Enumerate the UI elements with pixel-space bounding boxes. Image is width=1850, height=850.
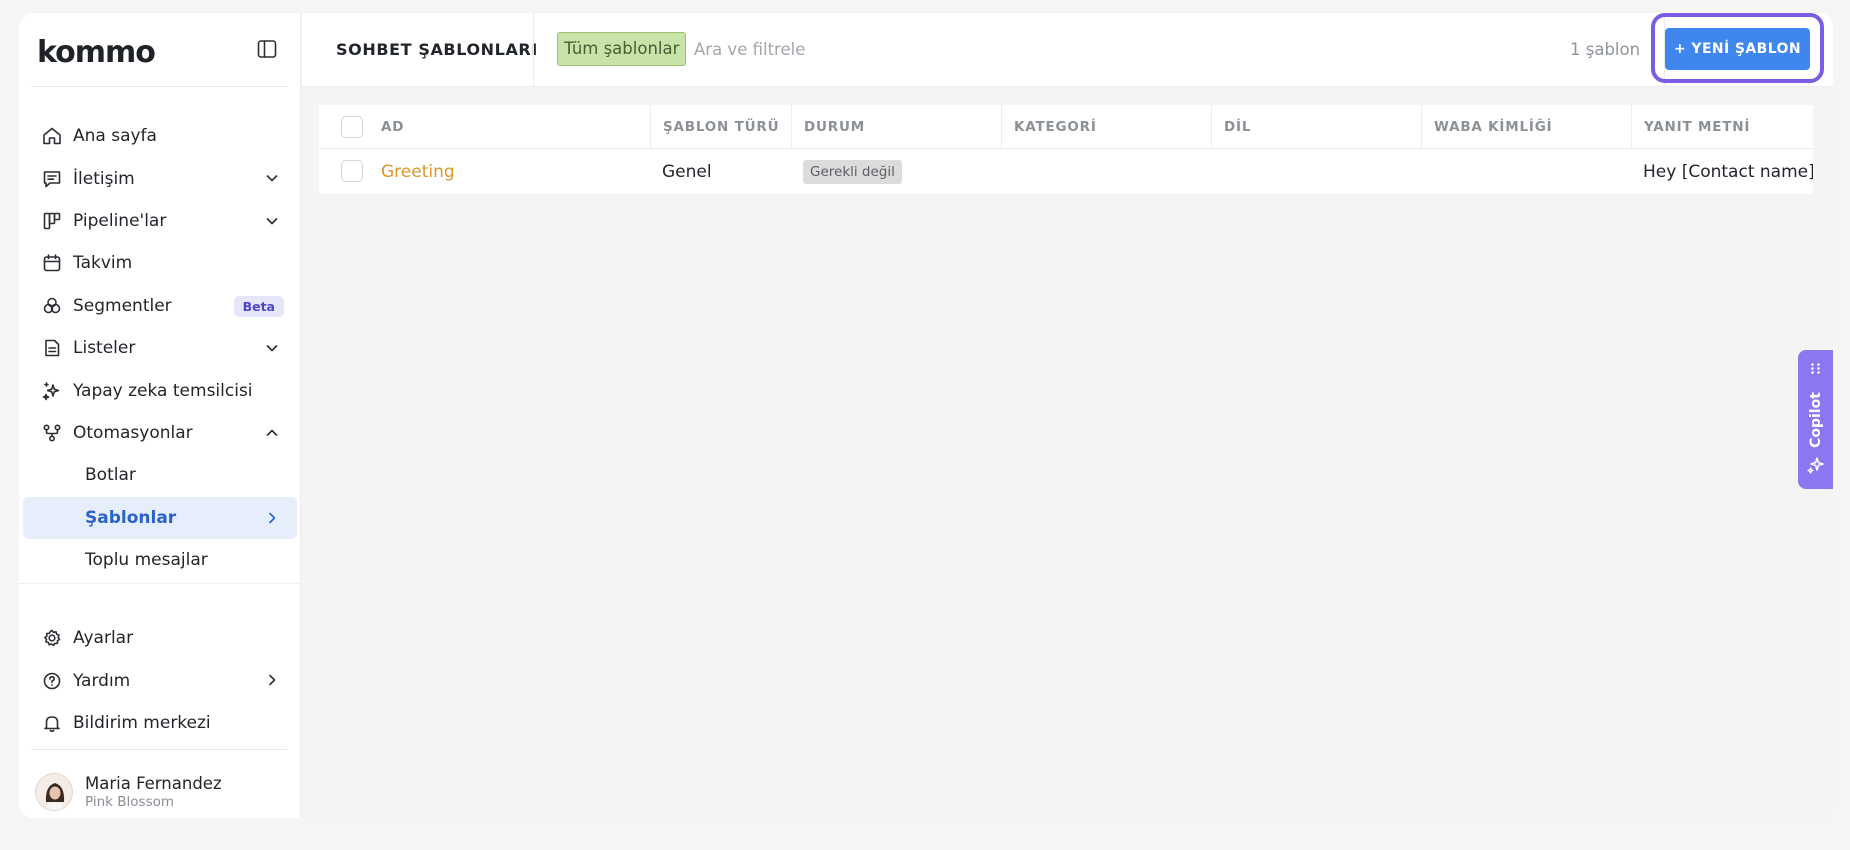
search-input[interactable] bbox=[694, 33, 1254, 65]
template-count: 1 şablon bbox=[1570, 40, 1641, 59]
sidebar-item-bots[interactable]: Botlar bbox=[19, 454, 301, 496]
sidebar-item-label: Yapay zeka temsilcisi bbox=[73, 380, 253, 401]
user-profile[interactable]: Maria Fernandez Pink Blossom bbox=[19, 766, 301, 818]
bell-icon bbox=[41, 712, 63, 734]
cell-waba-id bbox=[1421, 149, 1631, 194]
filter-chip-all-templates[interactable]: Tüm şablonlar bbox=[557, 32, 687, 66]
sidebar-item-bulk-messages[interactable]: Toplu mesajlar bbox=[19, 539, 301, 581]
automation-icon bbox=[41, 422, 63, 444]
profile-name: Maria Fernandez bbox=[85, 773, 222, 793]
page-title: SOHBET ŞABLONLARI bbox=[336, 40, 538, 59]
copilot-label: Copilot bbox=[1807, 391, 1824, 448]
column-header-name[interactable]: AD bbox=[369, 105, 586, 149]
app-window: kommo Ana sayfa İletişim Pipeline'lar Ta… bbox=[19, 13, 1833, 818]
cell-reply-text: Hey [Contact name]! Th bbox=[1643, 161, 1813, 182]
cell-type: Genel bbox=[662, 161, 712, 182]
sidebar-item-label: Botlar bbox=[85, 465, 136, 486]
sidebar-item-templates[interactable]: Şablonlar bbox=[23, 496, 297, 539]
calendar-icon bbox=[41, 252, 63, 274]
new-template-highlight: + YENİ ŞABLON bbox=[1651, 13, 1824, 83]
chevron-up-icon[interactable] bbox=[263, 424, 281, 442]
sidebar-item-label: Segmentler bbox=[73, 295, 172, 316]
sidebar-item-label: Toplu mesajlar bbox=[85, 550, 208, 571]
sidebar-divider bbox=[31, 749, 287, 750]
sidebar-divider bbox=[19, 583, 301, 584]
chevron-down-icon[interactable] bbox=[263, 212, 281, 230]
status-badge: Gerekli değil bbox=[803, 159, 902, 184]
home-icon bbox=[41, 125, 63, 147]
column-header-type[interactable]: ŞABLON TÜRÜ bbox=[650, 105, 792, 149]
header-divider bbox=[533, 13, 534, 87]
sidebar-item-label: Bildirim merkezi bbox=[73, 712, 211, 733]
segments-icon bbox=[41, 295, 63, 317]
chat-icon bbox=[41, 168, 63, 190]
sidebar-item-help[interactable]: Yardım bbox=[19, 659, 301, 701]
profile-text: Maria Fernandez Pink Blossom bbox=[85, 774, 222, 811]
profile-org: Pink Blossom bbox=[85, 793, 175, 810]
sidebar-item-automations[interactable]: Otomasyonlar bbox=[19, 412, 301, 454]
cell-name: Greeting bbox=[369, 149, 649, 194]
table-header: AD ŞABLON TÜRÜ DURUM KATEGORİ DİL WABA K… bbox=[319, 105, 1813, 149]
sidebar-item-pipelines[interactable]: Pipeline'lar bbox=[19, 200, 301, 242]
page-header: SOHBET ŞABLONLARI Tüm şablonlar 1 şablon bbox=[302, 13, 1833, 87]
cell-status: Gerekli değil bbox=[791, 149, 1001, 194]
column-header-reply-text[interactable]: YANIT METNİ bbox=[1631, 105, 1813, 149]
help-icon bbox=[41, 670, 63, 692]
cell-language bbox=[1211, 149, 1421, 194]
sparkle-icon bbox=[41, 380, 63, 402]
column-header-waba-id[interactable]: WABA KİMLİĞİ bbox=[1421, 105, 1631, 149]
sidebar-item-label: Ana sayfa bbox=[73, 126, 157, 147]
sidebar-divider bbox=[31, 86, 287, 87]
chevron-right-icon[interactable] bbox=[263, 671, 281, 689]
sidebar-item-settings[interactable]: Ayarlar bbox=[19, 617, 301, 659]
copilot-tab[interactable]: Copilot bbox=[1798, 350, 1833, 489]
sidebar-item-notifications[interactable]: Bildirim merkezi bbox=[19, 702, 301, 744]
sidebar-item-home[interactable]: Ana sayfa bbox=[19, 115, 301, 157]
sidebar-item-segments[interactable]: Segmentler Beta bbox=[19, 285, 301, 327]
sidebar-item-label: İletişim bbox=[73, 168, 135, 189]
select-all-checkbox[interactable] bbox=[341, 116, 363, 138]
gear-icon bbox=[41, 627, 63, 649]
sidebar-item-label: Takvim bbox=[73, 253, 133, 274]
sidebar-item-label: Ayarlar bbox=[73, 628, 134, 649]
sidebar-item-label: Şablonlar bbox=[85, 507, 177, 528]
sidebar-bottom-nav: Ayarlar Yardım Bildirim merkezi bbox=[19, 617, 301, 744]
column-header-language[interactable]: DİL bbox=[1211, 105, 1421, 149]
beta-badge: Beta bbox=[233, 295, 284, 317]
templates-table: AD ŞABLON TÜRÜ DURUM KATEGORİ DİL WABA K… bbox=[319, 105, 1813, 194]
chevron-down-icon[interactable] bbox=[263, 169, 281, 187]
chevron-down-icon[interactable] bbox=[263, 339, 281, 357]
sidebar-nav: Ana sayfa İletişim Pipeline'lar Takvim S… bbox=[19, 115, 301, 581]
sidebar: kommo Ana sayfa İletişim Pipeline'lar Ta… bbox=[19, 13, 301, 818]
sidebar-item-calendar[interactable]: Takvim bbox=[19, 242, 301, 284]
sparkle-icon bbox=[1805, 454, 1827, 480]
chevron-right-icon[interactable] bbox=[263, 509, 281, 527]
pipeline-icon bbox=[41, 210, 63, 232]
sidebar-item-lists[interactable]: Listeler bbox=[19, 327, 301, 369]
row-checkbox[interactable] bbox=[341, 160, 363, 182]
template-name-link[interactable]: Greeting bbox=[381, 162, 455, 182]
column-header-category[interactable]: KATEGORİ bbox=[1001, 105, 1211, 149]
sidebar-item-communication[interactable]: İletişim bbox=[19, 157, 301, 199]
sidebar-item-label: Listeler bbox=[73, 338, 136, 359]
sidebar-toggle-icon[interactable] bbox=[255, 37, 279, 61]
column-header-status[interactable]: DURUM bbox=[791, 105, 1001, 149]
new-template-button[interactable]: + YENİ ŞABLON bbox=[1665, 28, 1810, 70]
table-row[interactable]: Greeting Genel Gerekli değil Hey [Contac… bbox=[319, 149, 1813, 194]
sidebar-item-label: Otomasyonlar bbox=[73, 422, 193, 443]
kommo-logo[interactable]: kommo bbox=[37, 35, 156, 70]
sidebar-item-label: Pipeline'lar bbox=[73, 210, 167, 231]
logo-row: kommo bbox=[19, 13, 301, 87]
sidebar-item-ai-agent[interactable]: Yapay zeka temsilcisi bbox=[19, 369, 301, 411]
list-icon bbox=[41, 337, 63, 359]
cell-category bbox=[1001, 149, 1211, 194]
avatar[interactable] bbox=[35, 773, 73, 811]
drag-handle-icon[interactable] bbox=[1809, 360, 1822, 379]
sidebar-item-label: Yardım bbox=[73, 670, 131, 691]
